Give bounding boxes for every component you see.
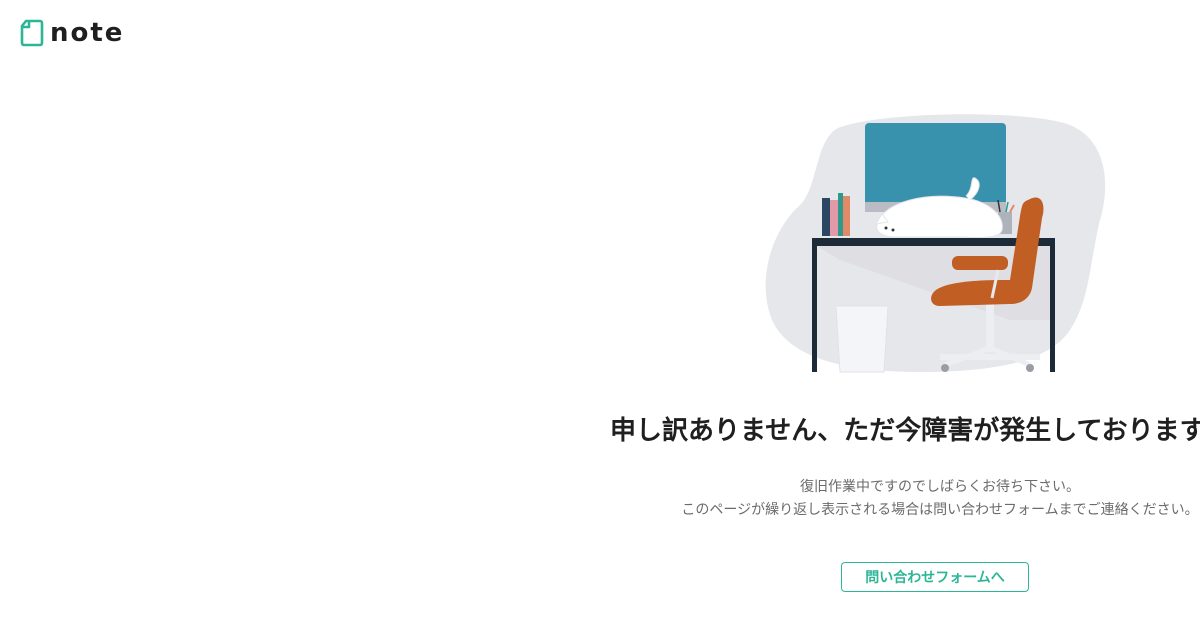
error-page: note 申し訳ありません、ただ今障害が発生しております 復旧作業中ですのでしば…: [0, 0, 1200, 630]
trash-can-icon: [835, 305, 889, 373]
logo-text[interactable]: note: [50, 18, 124, 48]
description-line-2: このページが繰り返し表示される場合は問い合わせフォームまでご連絡ください。: [681, 502, 1199, 518]
error-description: 復旧作業中ですのでしばらくお待ち下さい。 このページが繰り返し表示される場合は問…: [640, 476, 1200, 522]
site-header: note: [20, 18, 124, 48]
description-line-1: 復旧作業中ですのでしばらくお待ち下さい。: [800, 479, 1080, 495]
books-icon: [822, 198, 830, 236]
error-illustration: [765, 114, 1106, 373]
note-logo-icon[interactable]: [20, 18, 44, 48]
contact-form-button[interactable]: 問い合わせフォームへ: [841, 562, 1029, 592]
error-headline: 申し訳ありません、ただ今障害が発生しております: [610, 416, 1200, 446]
